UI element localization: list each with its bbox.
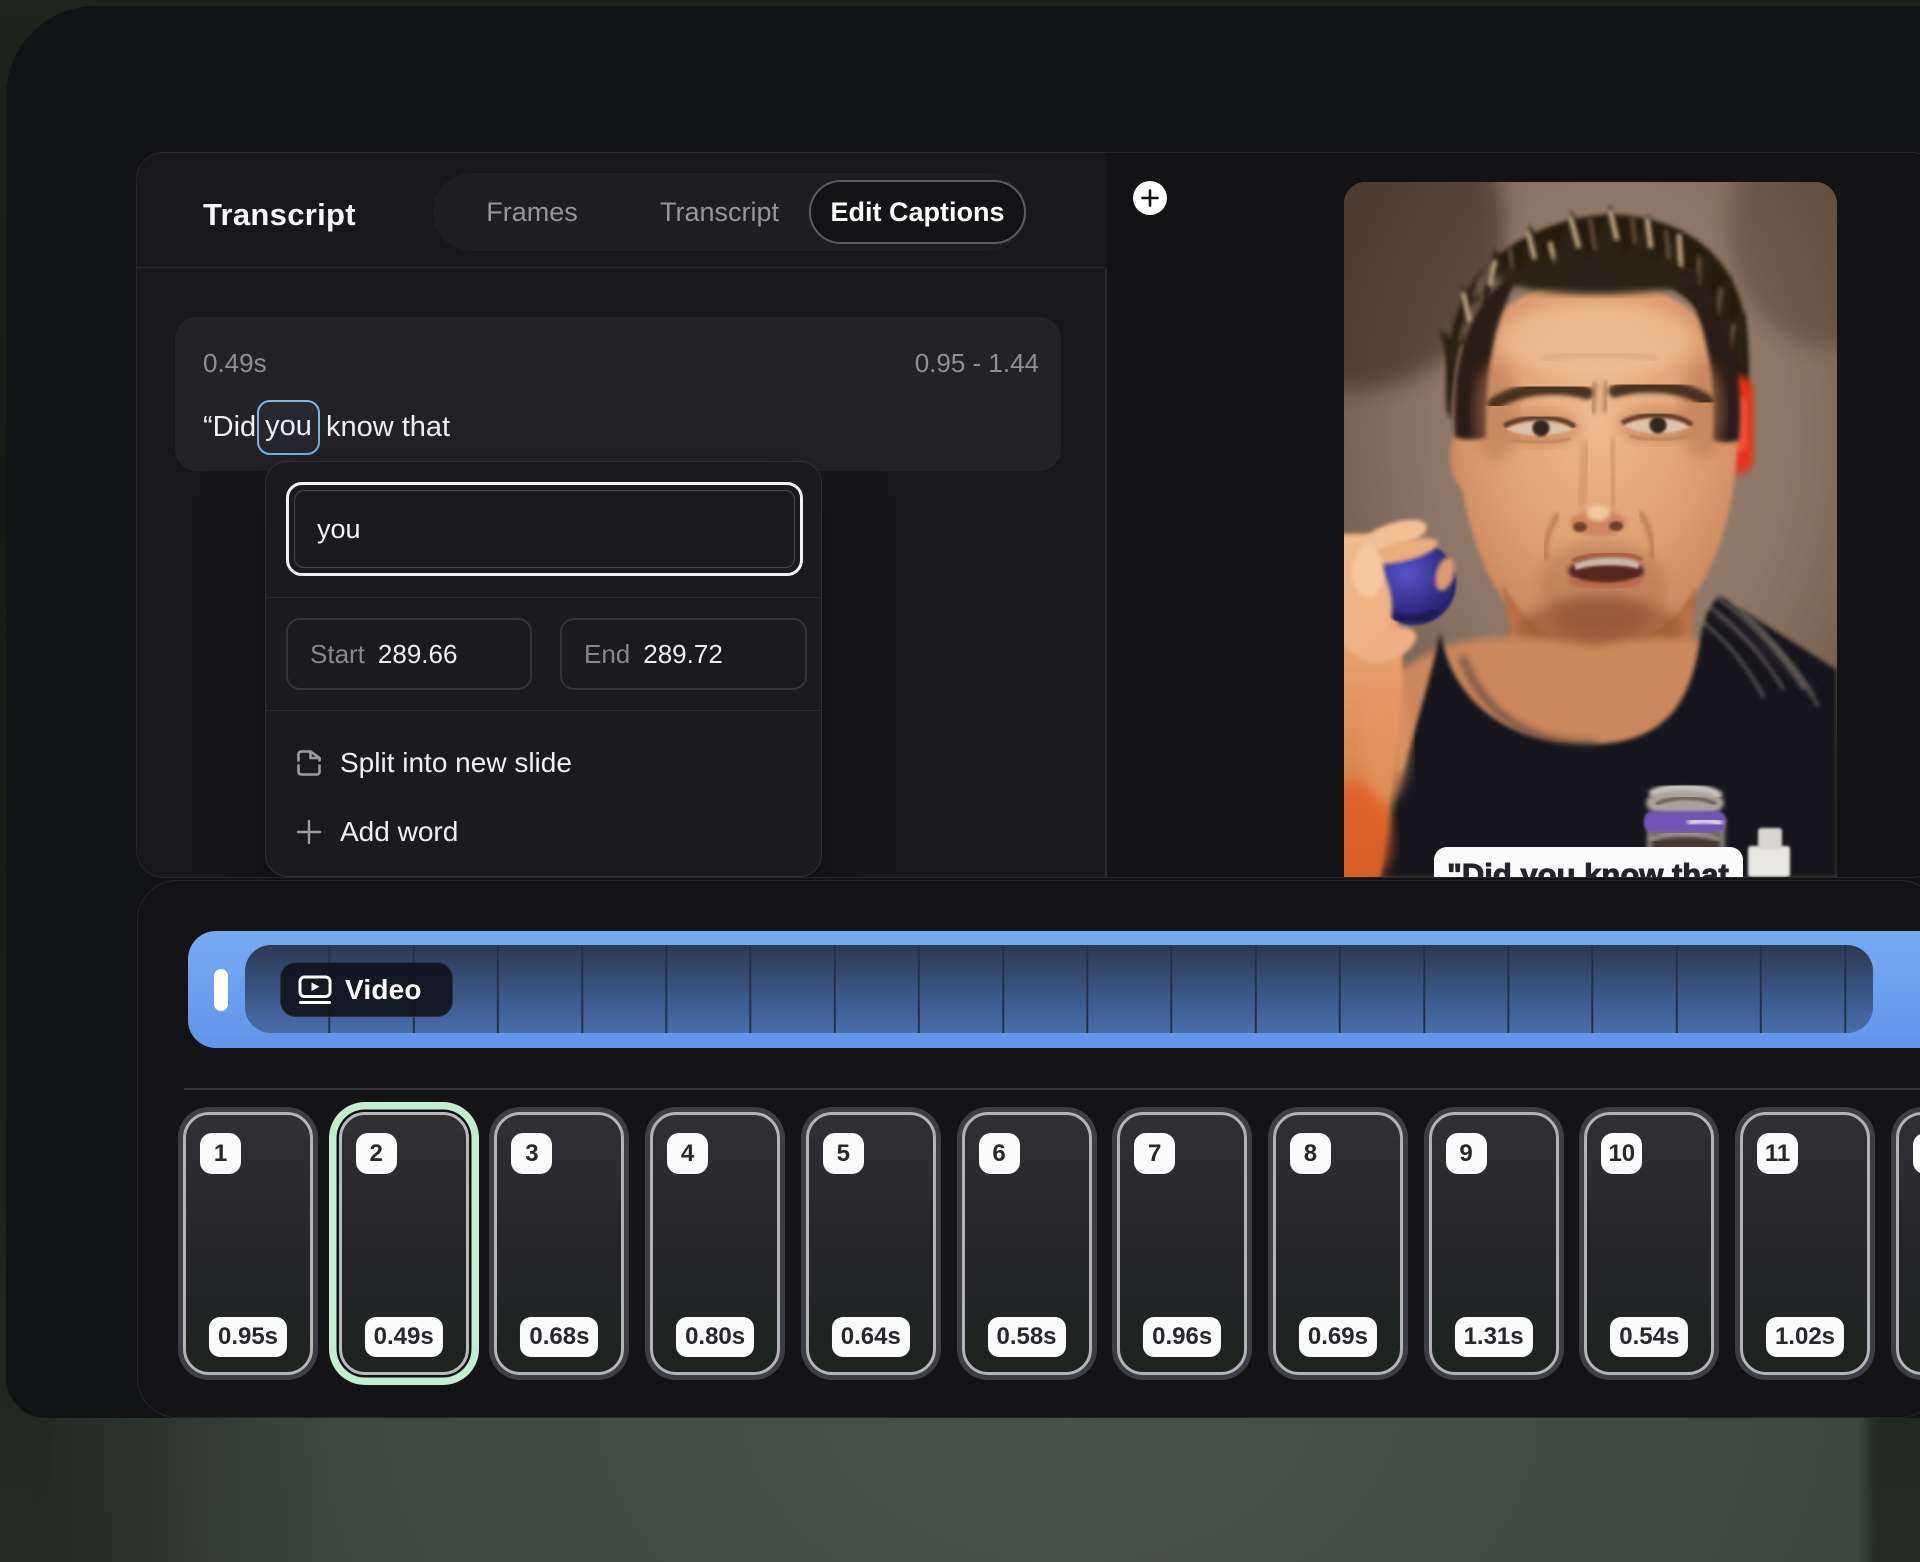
svg-text:"Did you know that: "Did you know that [1447, 857, 1729, 878]
